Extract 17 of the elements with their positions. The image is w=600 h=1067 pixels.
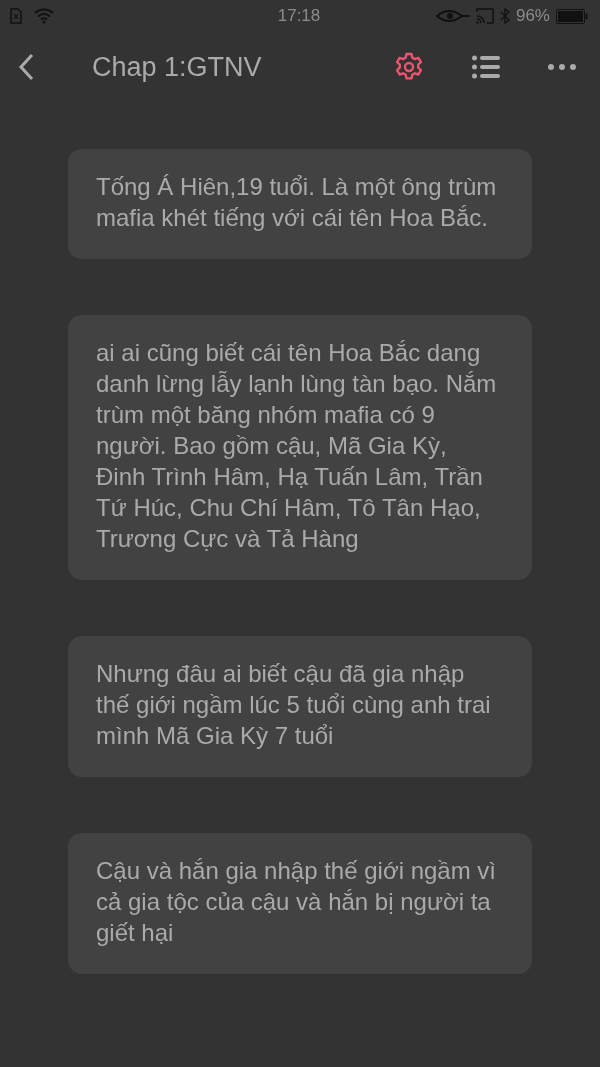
chapter-title: Chap 1:GTNV: [92, 51, 263, 83]
status-time: 17:18: [277, 6, 321, 26]
bluetooth-icon: [499, 8, 510, 24]
paragraph-text: Cậu và hắn gia nhập thế giới ngầm vì cả gia tộc của cậu và hắn bị người ta giết hại: [96, 856, 497, 948]
cast-icon: [475, 8, 494, 24]
wifi-icon: [34, 8, 54, 24]
eye-icon: [435, 9, 470, 23]
back-icon[interactable]: [18, 53, 34, 81]
list-icon[interactable]: [472, 55, 500, 79]
battery-percent: 96%: [515, 6, 550, 26]
sim-icon: [10, 8, 22, 24]
paragraph-text: ai ai cũng biết cái tên Hoa Bắc dang danh lừng lẫy lạnh lùng tàn bạo. Nắm trùm một băng nhóm mafia có 9 người. Bao gồm cậu, Mã Gia Kỳ, Đinh Trình Hâm, Hạ Tuấn Lâm, Trần Tứ Húc, Chu Chí Hâm, Tô Tân Hạo, Trương Cực và Tả Hàng: [96, 338, 498, 554]
settings-icon[interactable]: [394, 52, 424, 82]
battery-icon: [556, 8, 588, 24]
more-icon[interactable]: [548, 64, 576, 70]
paragraph-text: Nhưng đâu ai biết cậu đã gia nhập thế giới ngầm lúc 5 tuổi cùng anh trai mình Mã Gia Kỳ 7 tuổi: [96, 659, 492, 751]
paragraph-text: Tống Á Hiên,19 tuổi. Là một ông trùm mafia khét tiếng với cái tên Hoa Bắc.: [96, 172, 498, 233]
